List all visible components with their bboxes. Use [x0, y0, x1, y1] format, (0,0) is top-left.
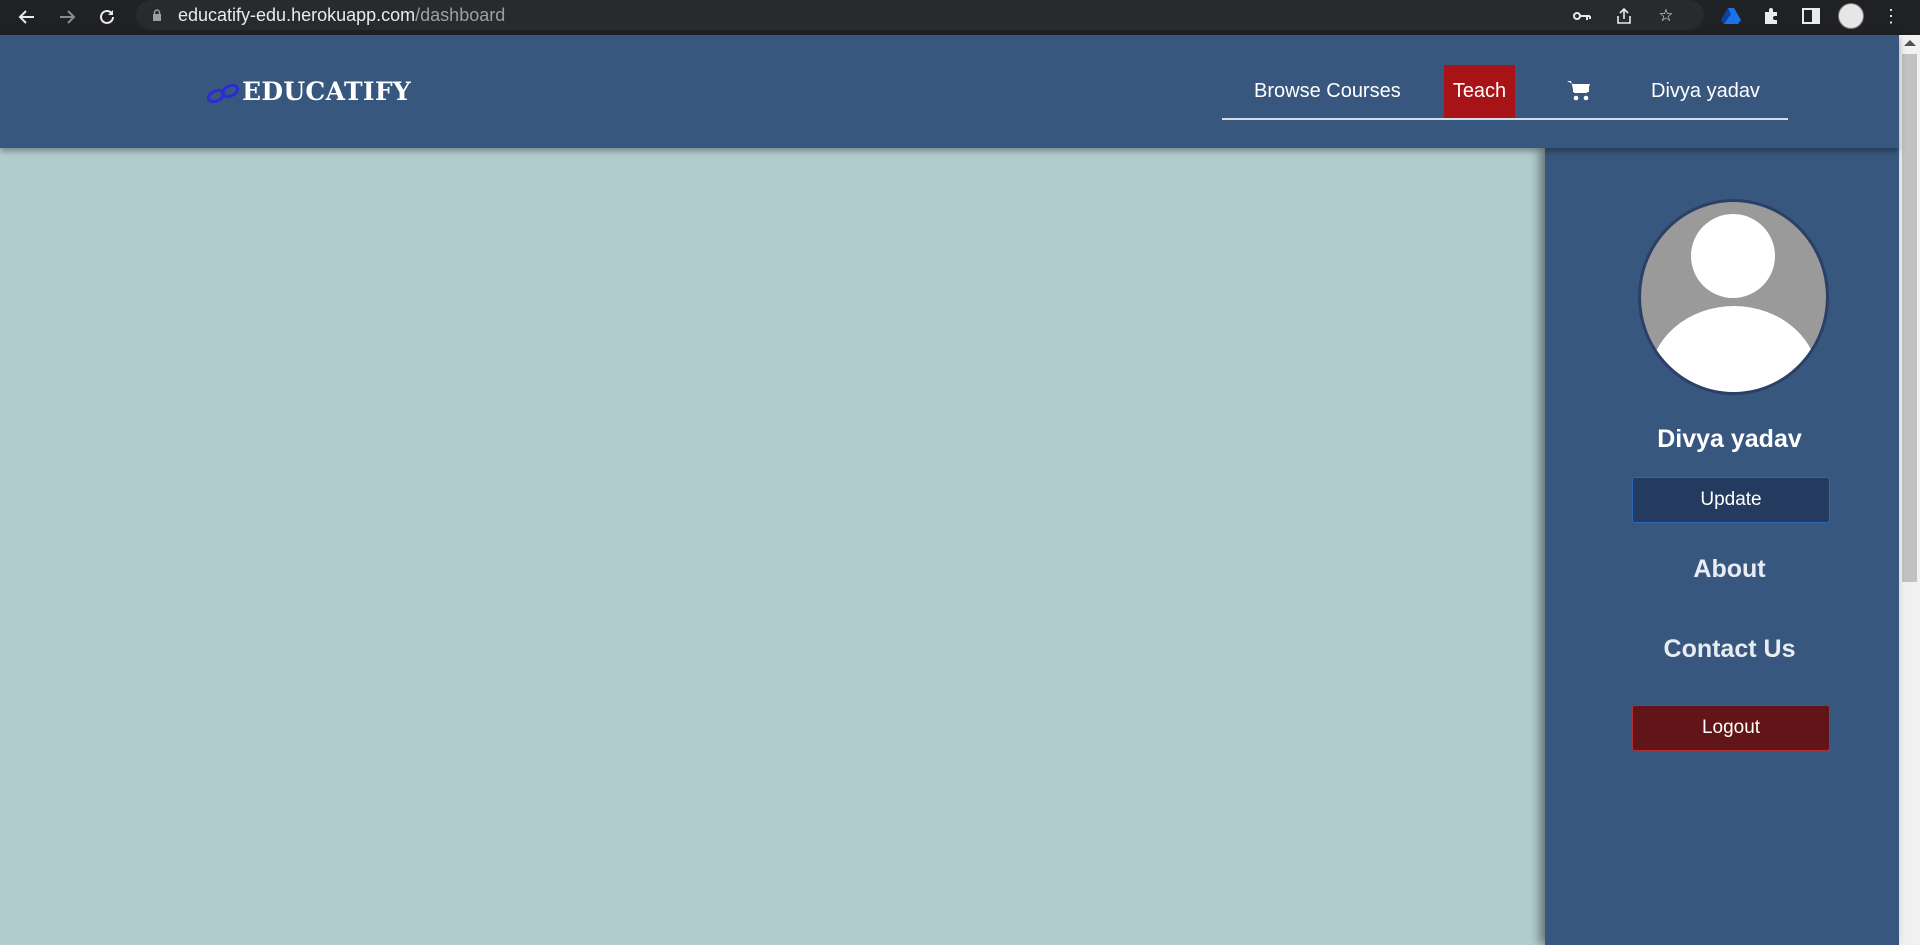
drive-icon[interactable] [1718, 3, 1744, 29]
star-icon[interactable]: ☆ [1656, 6, 1676, 26]
share-icon[interactable] [1614, 6, 1634, 26]
about-link[interactable]: About [1545, 555, 1914, 584]
back-icon[interactable] [14, 4, 40, 30]
browser-toolbar: educatify-edu.herokuapp.com/dashboard ☆ … [0, 0, 1920, 35]
site-header: EDUCATIFY Browse Courses Teach Divya yad… [0, 35, 1899, 148]
update-button[interactable]: Update [1632, 477, 1830, 523]
brand-name: EDUCATIFY [242, 77, 412, 106]
logo-icon [206, 83, 240, 103]
cart-icon[interactable] [1566, 79, 1592, 103]
scrollbar-thumb[interactable] [1902, 54, 1917, 582]
key-icon[interactable] [1572, 6, 1592, 26]
main-nav: Browse Courses Teach Divya yadav [1222, 65, 1788, 120]
nav-teach-button[interactable]: Teach [1444, 65, 1515, 118]
nav-browse-courses[interactable]: Browse Courses [1254, 65, 1401, 118]
brand-logo[interactable]: EDUCATIFY [206, 77, 411, 106]
contact-us-link[interactable]: Contact Us [1545, 635, 1914, 664]
main-content [0, 148, 1545, 945]
address-bar[interactable]: educatify-edu.herokuapp.com/dashboard ☆ [136, 0, 1704, 30]
nav-user-name[interactable]: Divya yadav [1651, 65, 1760, 118]
profile-avatar[interactable] [1838, 3, 1864, 29]
avatar-placeholder [1638, 199, 1829, 395]
menu-icon[interactable]: ⋮ [1878, 3, 1904, 29]
sidepanel-icon[interactable] [1798, 3, 1824, 29]
url-text: educatify-edu.herokuapp.com/dashboard [178, 5, 506, 25]
reload-icon[interactable] [94, 4, 120, 30]
logout-button[interactable]: Logout [1632, 705, 1830, 751]
forward-icon[interactable] [54, 4, 80, 30]
puzzle-icon[interactable] [1758, 3, 1784, 29]
lock-icon [153, 9, 161, 21]
profile-sidebar: Divya yadav Update About Contact Us Logo… [1545, 148, 1899, 945]
profile-name: Divya yadav [1657, 425, 1802, 453]
scroll-up-arrow[interactable] [1904, 40, 1916, 46]
